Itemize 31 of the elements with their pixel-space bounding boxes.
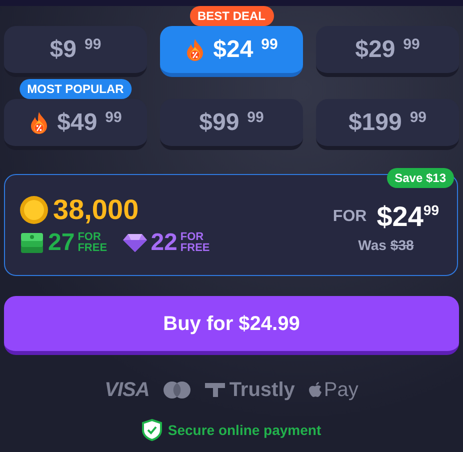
price-option[interactable]: $9 99 [4, 26, 147, 77]
apple-icon [308, 382, 322, 398]
old-price: $38 [390, 236, 414, 254]
bonus-amount: 22 [150, 231, 178, 255]
was-label: Was [358, 236, 386, 254]
two-circles-icon [163, 381, 192, 399]
price-option[interactable]: $49 99 [4, 99, 147, 150]
buy-button[interactable]: Buy for $24.99 [4, 296, 459, 355]
shield-check-icon [142, 419, 162, 441]
bonus-amount: 27 [48, 231, 75, 255]
bonus-label: FOR FREE [180, 232, 211, 254]
bonus-label: FOR FREE [78, 232, 108, 254]
gem-icon [122, 233, 148, 253]
price-option[interactable]: $24 99 [160, 26, 303, 77]
for-label: FOR [332, 206, 367, 226]
secure-payment-text: Secure online payment [168, 420, 322, 440]
t-mark-icon [205, 383, 226, 397]
deal-badge: BEST DEAL [190, 6, 274, 26]
deal-badge: MOST POPULAR [19, 79, 132, 99]
price-option[interactable]: $99 99 [160, 99, 303, 150]
pay-logo: Pay [324, 378, 358, 403]
save-badge: Save $13 [386, 168, 454, 188]
price-option[interactable]: $29 99 [316, 26, 459, 77]
visa-logo: VISA [104, 378, 150, 403]
coin-icon [19, 195, 49, 225]
price-option[interactable]: $199 99 [316, 99, 459, 150]
coin-amount: 38,000 [53, 196, 139, 224]
offer-price: $24 [376, 202, 424, 230]
trustly-logo: Trustly [229, 378, 295, 403]
offer-cents: 99 [423, 202, 439, 216]
cash-stack-icon [19, 231, 45, 255]
